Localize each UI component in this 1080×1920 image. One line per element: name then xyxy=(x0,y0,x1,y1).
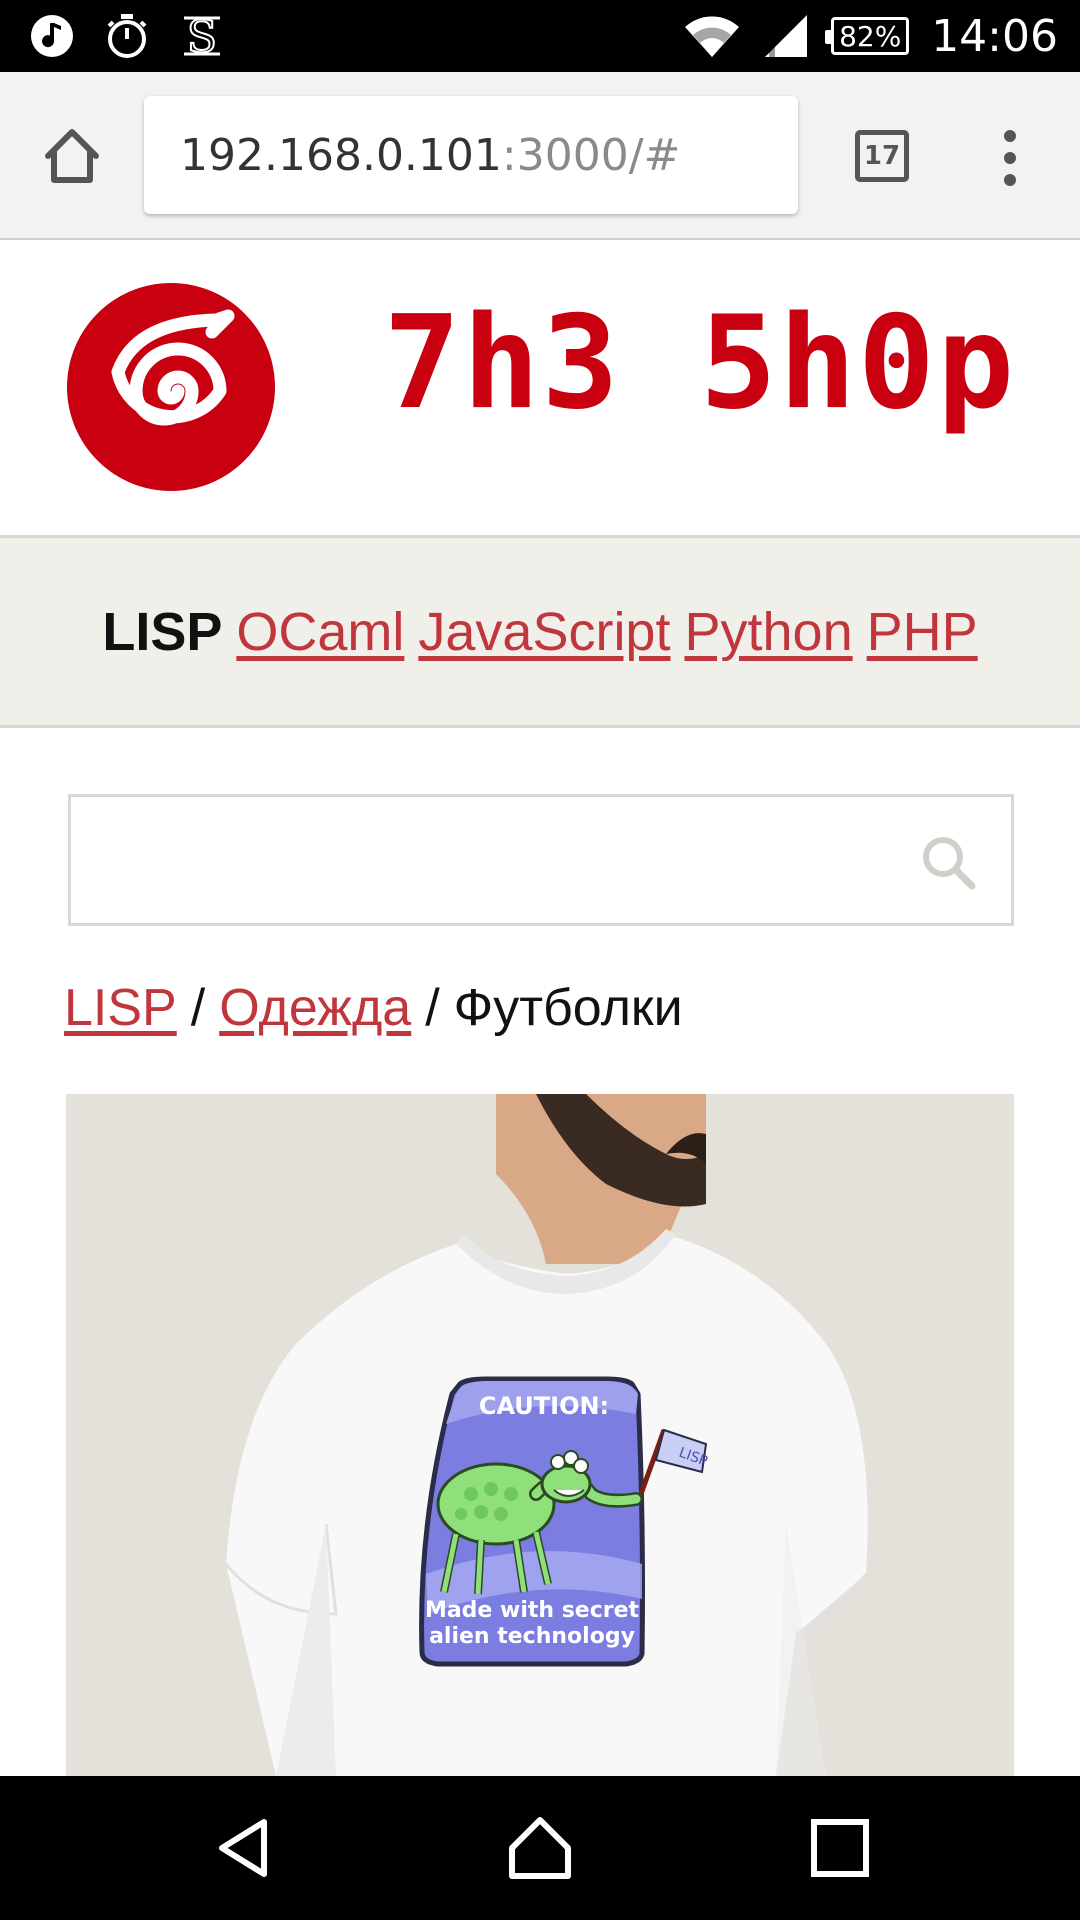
music-note-icon xyxy=(31,15,73,57)
stopwatch-icon xyxy=(107,14,147,58)
spiral-logo[interactable] xyxy=(66,282,276,492)
badge-title: CAUTION: xyxy=(479,1392,609,1420)
search-input[interactable] xyxy=(71,797,891,923)
recents-icon[interactable] xyxy=(808,1816,872,1880)
home-icon[interactable] xyxy=(40,124,104,188)
category-current: LISP xyxy=(102,601,223,662)
search-box xyxy=(68,794,1014,926)
breadcrumb-separator: / xyxy=(190,979,206,1037)
address-bar[interactable]: 192.168.0.101:3000/# xyxy=(144,96,798,214)
wifi-icon xyxy=(685,16,740,57)
url-path: :3000/# xyxy=(501,129,681,181)
breadcrumb-link-clothing[interactable]: Одежда xyxy=(219,978,411,1038)
back-icon[interactable] xyxy=(212,1816,276,1880)
breadcrumb-separator: / xyxy=(425,979,440,1037)
breadcrumb-current: Футболки xyxy=(453,979,683,1037)
product-image[interactable]: CAUTION: Made with secret alien technolo… xyxy=(66,1094,1014,1776)
tshirt-photo: CAUTION: Made with secret alien technolo… xyxy=(66,1094,1014,1776)
status-bar: S 82% 14:06 xyxy=(0,0,1080,72)
more-vert-icon[interactable] xyxy=(996,126,1024,190)
signal-icon xyxy=(765,15,808,57)
s-app-icon: S xyxy=(184,12,220,60)
battery-icon: 82% xyxy=(825,17,910,55)
system-nav-bar xyxy=(0,1776,1080,1920)
browser-toolbar: 192.168.0.101:3000/# 17 xyxy=(0,72,1080,240)
url-host: 192.168.0.101 xyxy=(180,129,502,181)
clock: 14:06 xyxy=(931,10,1058,62)
search-icon[interactable] xyxy=(919,833,977,891)
tab-switcher-button[interactable]: 17 xyxy=(855,130,909,182)
home-nav-icon[interactable] xyxy=(508,1816,572,1880)
tab-count: 17 xyxy=(863,141,901,171)
category-link-python[interactable]: Python xyxy=(684,601,852,663)
category-nav: LISP OCaml JavaScript Python PHP xyxy=(0,538,1080,728)
category-link-javascript[interactable]: JavaScript xyxy=(418,601,670,663)
category-link-ocaml[interactable]: OCaml xyxy=(236,601,404,663)
category-link-php[interactable]: PHP xyxy=(867,601,978,663)
badge-line-1: Made with secret xyxy=(425,1598,640,1623)
breadcrumb: LISP / Одежда / Футболки xyxy=(64,978,683,1038)
badge-line-2: alien technology xyxy=(429,1624,635,1649)
site-title[interactable]: 7h3 5h0p xyxy=(384,300,1017,428)
battery-percent: 82% xyxy=(839,19,902,53)
breadcrumb-link-lisp[interactable]: LISP xyxy=(64,978,177,1038)
site-header: 7h3 5h0p xyxy=(0,240,1080,538)
